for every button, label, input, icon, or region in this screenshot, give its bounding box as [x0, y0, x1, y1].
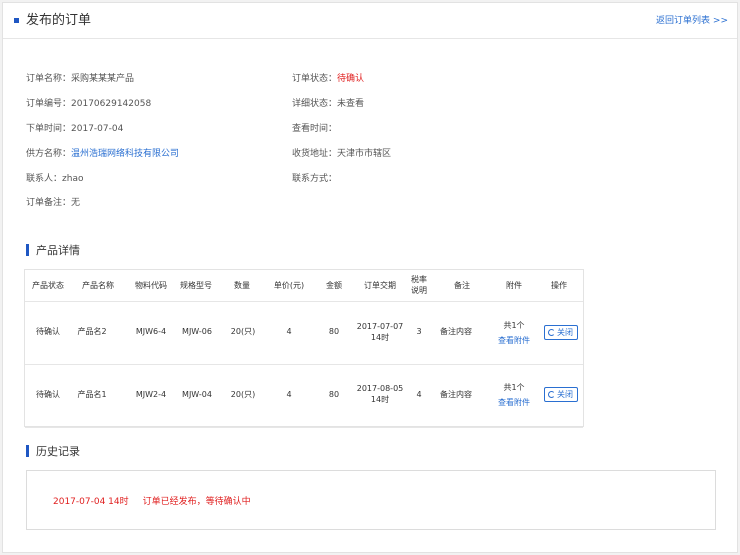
row-remark: 备注内容 [440, 390, 472, 399]
table-row: 待确认 产品名1 MJW2-4 MJW-04 20(只) 4 80 2017-0… [25, 365, 583, 428]
page-header: 发布的订单 返回订单列表 >> [3, 3, 737, 39]
table-header: 产品状态 产品名称 物料代码 规格型号 数量 单价(元) 金额 订单交期 税率 … [25, 270, 583, 302]
row-remark: 备注内容 [440, 327, 472, 336]
row-date: 2017-08-05 [356, 384, 404, 393]
row-name: 产品名2 [77, 327, 107, 336]
order-number-field: 订单编号：20170629142058 [26, 98, 151, 110]
detail-status-field: 详细状态：未查看 [292, 98, 364, 110]
supplier-field: 供方名称：温州浩瑞网络科技有限公司 [26, 148, 179, 160]
contact-label: 联系人： [26, 174, 63, 184]
history-section-title: 历史记录 [26, 445, 80, 459]
section-marker [26, 445, 29, 457]
row-status: 待确认 [36, 327, 60, 336]
view-time-label: 查看时间： [292, 124, 338, 134]
order-number-value: 20170629142058 [71, 99, 152, 109]
order-remark-value: 无 [71, 198, 81, 208]
row-tax: 3 [416, 327, 422, 336]
product-section-title: 产品详情 [26, 244, 80, 258]
supplier-label: 供方名称： [26, 149, 72, 159]
row-hour: 14时 [370, 395, 390, 404]
th-tax: 税率 [411, 275, 427, 284]
order-time-label: 下单时间： [26, 124, 72, 134]
close-button[interactable]: 关闭 [544, 387, 578, 402]
th-amount: 金额 [326, 281, 342, 290]
detail-status-value: 未查看 [337, 99, 365, 109]
row-spec: MJW-04 [182, 390, 212, 399]
close-button-label: 关闭 [557, 390, 573, 399]
order-status-field: 订单状态：待确认 [292, 73, 364, 85]
row-date: 2017-07-07 [356, 322, 404, 331]
order-number-label: 订单编号： [26, 99, 72, 109]
row-price: 4 [286, 390, 292, 399]
contact-value: zhao [62, 174, 84, 184]
th-date: 订单交期 [364, 281, 396, 290]
th-qty: 数量 [234, 281, 250, 290]
row-spec: MJW-06 [182, 327, 212, 336]
detail-status-label: 详细状态： [292, 99, 338, 109]
order-remark-field: 订单备注：无 [26, 197, 80, 209]
product-section-label: 产品详情 [36, 244, 80, 257]
th-name: 产品名称 [82, 281, 114, 290]
history-section-label: 历史记录 [36, 445, 80, 458]
row-tax: 4 [416, 390, 422, 399]
row-amount: 80 [328, 327, 340, 336]
history-entry: 2017-07-04 14时 订单已经发布，等待确认中 [53, 496, 265, 508]
view-time-field: 查看时间： [292, 123, 337, 135]
order-time-value: 2017-07-04 [71, 124, 124, 134]
th-code: 物料代码 [135, 281, 167, 290]
th-remark: 备注 [454, 281, 470, 290]
product-table: 产品状态 产品名称 物料代码 规格型号 数量 单价(元) 金额 订单交期 税率 … [24, 269, 584, 428]
th-status: 产品状态 [32, 281, 64, 290]
order-name-value: 采购某某某产品 [71, 74, 135, 84]
th-spec: 规格型号 [180, 281, 212, 290]
address-label: 收货地址： [292, 149, 338, 159]
row-status: 待确认 [36, 390, 60, 399]
refresh-icon [548, 329, 555, 336]
row-hour: 14时 [370, 333, 390, 342]
row-attach-count: 共1个 [503, 321, 525, 330]
order-name-label: 订单名称： [26, 74, 72, 84]
row-code: MJW2-4 [135, 390, 167, 399]
th-action: 操作 [551, 281, 567, 290]
row-price: 4 [286, 327, 292, 336]
table-row: 待确认 产品名2 MJW6-4 MJW-06 20(只) 4 80 2017-0… [25, 302, 583, 365]
refresh-icon [548, 391, 555, 398]
th-attachment: 附件 [506, 281, 522, 290]
address-field: 收货地址：天津市市辖区 [292, 148, 391, 160]
th-price: 单价(元) [273, 281, 305, 290]
close-button[interactable]: 关闭 [544, 325, 578, 340]
view-attachment-link[interactable]: 查看附件 [498, 336, 530, 346]
title-marker [14, 18, 19, 23]
history-box: 2017-07-04 14时 订单已经发布，等待确认中 [26, 470, 716, 530]
close-button-label: 关闭 [557, 328, 573, 337]
row-qty: 20(只) [230, 327, 256, 336]
order-status-value: 待确认 [337, 74, 365, 84]
th-note: 说明 [411, 286, 427, 295]
contact-field: 联系人：zhao [26, 173, 83, 185]
row-amount: 80 [328, 390, 340, 399]
view-attachment-link[interactable]: 查看附件 [498, 398, 530, 408]
history-text: 订单已经发布，等待确认中 [142, 497, 251, 507]
order-status-label: 订单状态： [292, 74, 338, 84]
order-detail-panel: 发布的订单 返回订单列表 >> 订单名称：采购某某某产品 订单编号：201706… [2, 2, 738, 553]
row-name: 产品名1 [77, 390, 107, 399]
order-name-field: 订单名称：采购某某某产品 [26, 73, 134, 85]
row-attach-count: 共1个 [503, 383, 525, 392]
history-time: 2017-07-04 14时 [53, 497, 129, 507]
row-code: MJW6-4 [135, 327, 167, 336]
order-remark-label: 订单备注： [26, 198, 72, 208]
order-time-field: 下单时间：2017-07-04 [26, 123, 123, 135]
address-value: 天津市市辖区 [337, 149, 392, 159]
row-qty: 20(只) [230, 390, 256, 399]
contact-method-field: 联系方式： [292, 173, 337, 185]
section-marker [26, 244, 29, 256]
supplier-link[interactable]: 温州浩瑞网络科技有限公司 [71, 149, 179, 159]
page-title: 发布的订单 [26, 13, 92, 28]
contact-method-label: 联系方式： [292, 174, 338, 184]
back-to-order-list-link[interactable]: 返回订单列表 >> [656, 14, 728, 28]
